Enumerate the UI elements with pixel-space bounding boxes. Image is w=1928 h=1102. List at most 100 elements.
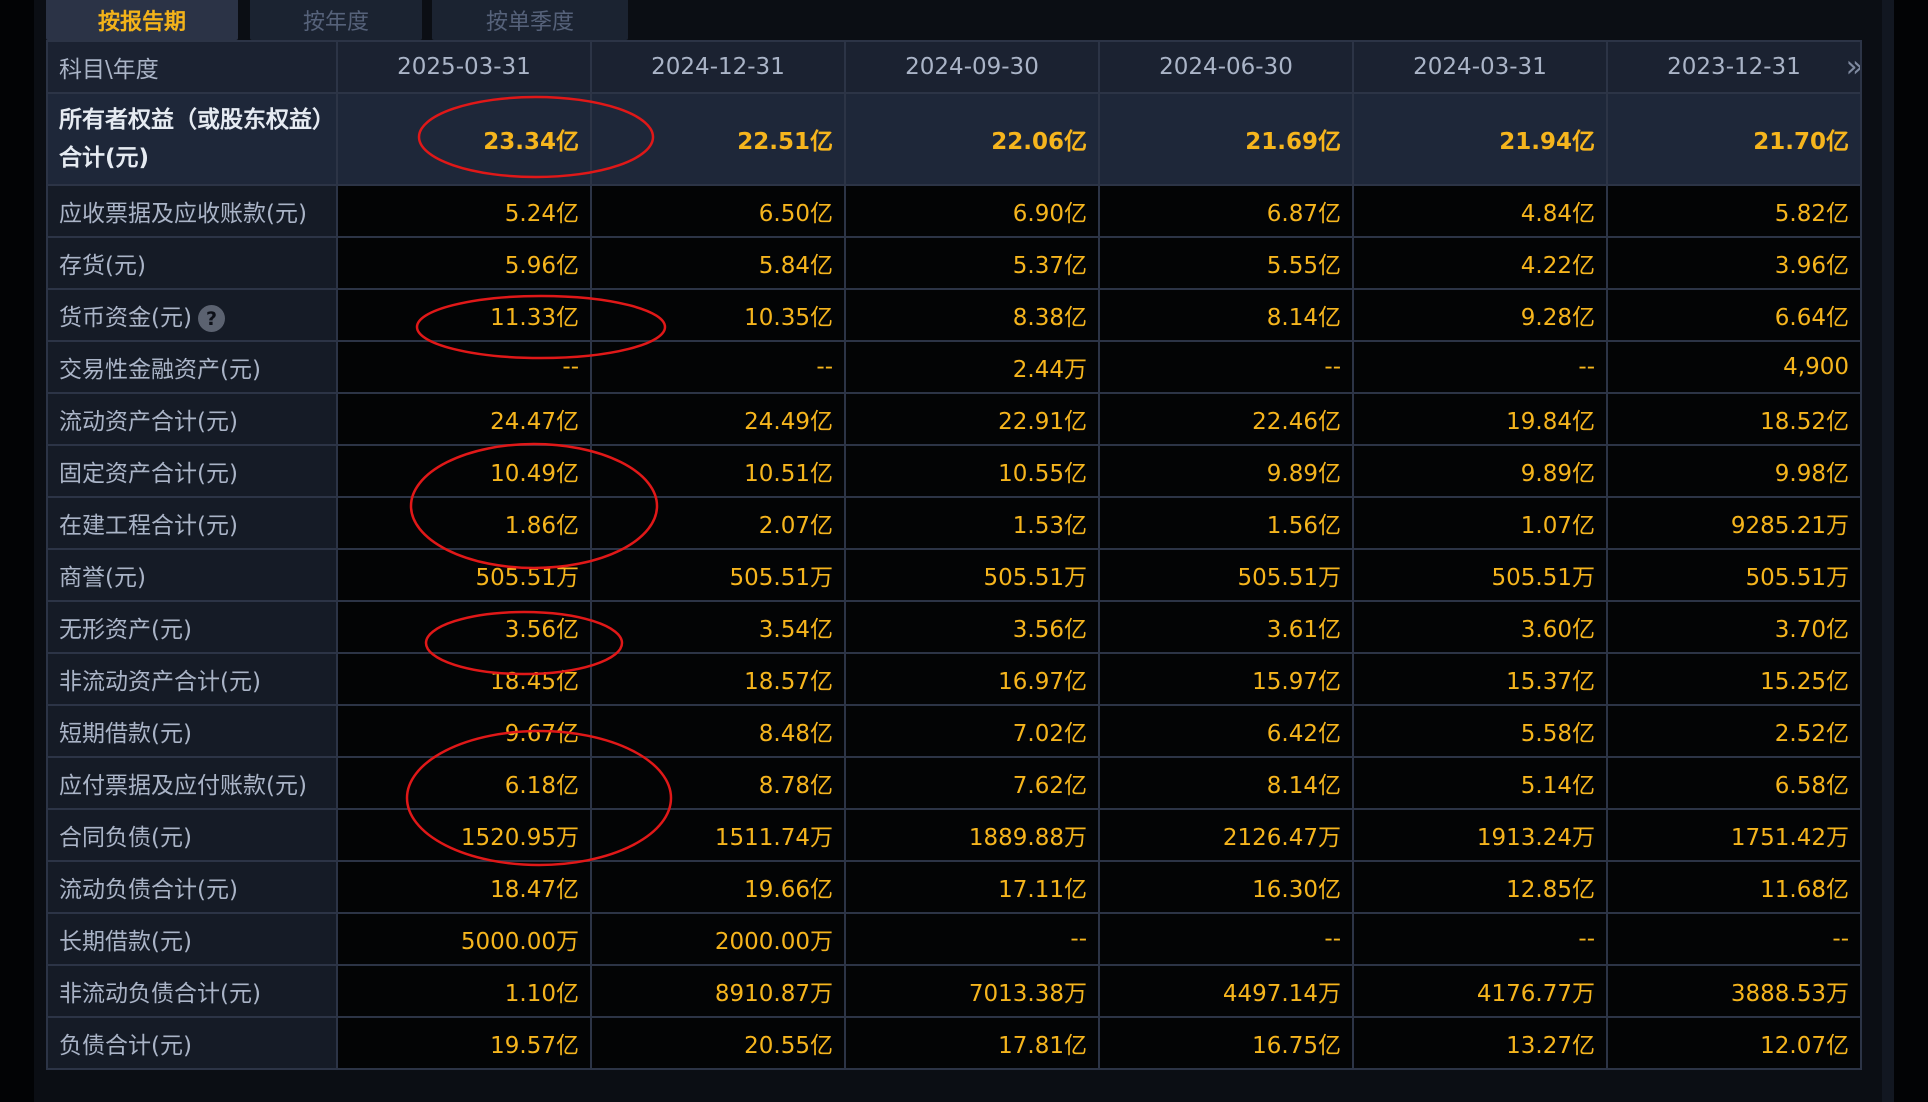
table-cell: 1511.74万 <box>590 808 846 862</box>
header-row: 科目\年度 2025-03-31 2024-12-31 2024-09-30 2… <box>46 40 1862 94</box>
row-label-text: 存货(元) <box>59 253 146 279</box>
row-label: 短期借款(元) <box>46 704 338 758</box>
table-row: 所有者权益（或股东权益）合计(元) 23.34亿 22.51亿 22.06亿 21.69… <box>46 92 1862 186</box>
table-cell: 3.56亿 <box>336 600 592 654</box>
more-columns-icon[interactable]: » <box>1846 50 1859 85</box>
table-row: 商誉(元) 505.51万 505.51万 505.51万 505.51万 505.51万… <box>46 548 1862 602</box>
column-header-last[interactable]: 2023-12-31 » <box>1606 40 1862 94</box>
row-label: 在建工程合计(元) <box>46 496 338 550</box>
column-header[interactable]: 2024-06-30 <box>1098 40 1354 94</box>
table-cell: 3.60亿 <box>1352 600 1608 654</box>
table-cell: 8.38亿 <box>844 288 1100 342</box>
table-cell: 10.49亿 <box>336 444 592 498</box>
row-label-text: 流动负债合计(元) <box>59 877 238 903</box>
table-row: 非流动负债合计(元) 1.10亿 8910.87万 7013.38万 4497.14万 4… <box>46 964 1862 1018</box>
row-label-text: 流动资产合计(元) <box>59 409 238 435</box>
table-cell: 16.97亿 <box>844 652 1100 706</box>
table-cell: 12.85亿 <box>1352 860 1608 914</box>
help-icon[interactable]: ? <box>197 305 225 332</box>
row-label: 货币资金(元)? <box>46 288 338 342</box>
table-cell: 6.18亿 <box>336 756 592 810</box>
tab-by-year[interactable]: 按年度 <box>250 0 422 40</box>
table-cell: 22.51亿 <box>590 92 846 186</box>
row-label-text: 长期借款(元) <box>59 929 192 955</box>
table-cell: 6.50亿 <box>590 184 846 238</box>
table-cell: 24.49亿 <box>590 392 846 446</box>
table-cell: 9285.21万 <box>1606 496 1862 550</box>
table-cell: 6.42亿 <box>1098 704 1354 758</box>
corner-label: 科目\年度 <box>46 40 338 94</box>
table-row: 合同负债(元) 1520.95万 1511.74万 1889.88万 2126.47万 1… <box>46 808 1862 862</box>
row-label-text: 非流动资产合计(元) <box>59 669 261 695</box>
table-cell: 10.51亿 <box>590 444 846 498</box>
table-cell: 13.27亿 <box>1352 1016 1608 1070</box>
table-cell: 16.30亿 <box>1098 860 1354 914</box>
table-cell: 22.06亿 <box>844 92 1100 186</box>
table-cell: 1751.42万 <box>1606 808 1862 862</box>
row-label-text: 应付票据及应付账款(元) <box>59 773 307 799</box>
table-row: 流动资产合计(元) 24.47亿 24.49亿 22.91亿 22.46亿 19.84亿 1… <box>46 392 1862 446</box>
table-cell: 1.10亿 <box>336 964 592 1018</box>
column-header[interactable]: 2024-09-30 <box>844 40 1100 94</box>
table-cell: 3888.53万 <box>1606 964 1862 1018</box>
row-label-text: 非流动负债合计(元) <box>59 981 261 1007</box>
column-header[interactable]: 2025-03-31 <box>336 40 592 94</box>
table-cell: 3.96亿 <box>1606 236 1862 290</box>
table-cell: 19.66亿 <box>590 860 846 914</box>
table-cell: 7.02亿 <box>844 704 1100 758</box>
table-cell: 4.84亿 <box>1352 184 1608 238</box>
table-cell: 18.57亿 <box>590 652 846 706</box>
table-cell: 12.07亿 <box>1606 1016 1862 1070</box>
table-cell: 11.33亿 <box>336 288 592 342</box>
table-row: 负债合计(元) 19.57亿 20.55亿 17.81亿 16.75亿 13.27亿 12.… <box>46 1016 1862 1070</box>
column-header[interactable]: 2024-03-31 <box>1352 40 1608 94</box>
table-cell: 18.52亿 <box>1606 392 1862 446</box>
table-cell: 8.14亿 <box>1098 756 1354 810</box>
table-cell: -- <box>1606 912 1862 966</box>
scrollbar[interactable] <box>1882 0 1894 1102</box>
table-cell: 17.11亿 <box>844 860 1100 914</box>
column-header-label: 2023-12-31 <box>1667 54 1801 80</box>
row-label: 长期借款(元) <box>46 912 338 966</box>
table-cell: 505.51万 <box>1352 548 1608 602</box>
table-cell: -- <box>1098 340 1354 394</box>
row-label: 商誉(元) <box>46 548 338 602</box>
financial-table: 科目\年度 2025-03-31 2024-12-31 2024-09-30 2… <box>46 40 1862 1070</box>
table-cell: 5.58亿 <box>1352 704 1608 758</box>
table-cell: 17.81亿 <box>844 1016 1100 1070</box>
table-cell: 18.45亿 <box>336 652 592 706</box>
row-label-text: 在建工程合计(元) <box>59 513 238 539</box>
row-label-text: 应收票据及应收账款(元) <box>59 201 307 227</box>
table-cell: 505.51万 <box>1098 548 1354 602</box>
table-cell: 5000.00万 <box>336 912 592 966</box>
row-label-text: 所有者权益（或股东权益）合计(元) <box>59 107 324 171</box>
table-cell: 6.87亿 <box>1098 184 1354 238</box>
tab-by-report-period[interactable]: 按报告期 <box>46 0 238 40</box>
row-label: 流动负债合计(元) <box>46 860 338 914</box>
table-cell: 22.91亿 <box>844 392 1100 446</box>
table-cell: 1.07亿 <box>1352 496 1608 550</box>
table-cell: 4,900 <box>1606 340 1862 394</box>
table-cell: 505.51万 <box>844 548 1100 602</box>
table-cell: 10.55亿 <box>844 444 1100 498</box>
table-cell: 18.47亿 <box>336 860 592 914</box>
tab-by-quarter[interactable]: 按单季度 <box>432 0 628 40</box>
table-row: 应收票据及应收账款(元) 5.24亿 6.50亿 6.90亿 6.87亿 4.84亿 5.8… <box>46 184 1862 238</box>
table-row: 非流动资产合计(元) 18.45亿 18.57亿 16.97亿 15.97亿 15.37亿… <box>46 652 1862 706</box>
table-cell: 505.51万 <box>590 548 846 602</box>
table-cell: 1520.95万 <box>336 808 592 862</box>
row-label: 交易性金融资产(元) <box>46 340 338 394</box>
table-cell: 8.78亿 <box>590 756 846 810</box>
table-cell: -- <box>844 912 1100 966</box>
table-cell: 4497.14万 <box>1098 964 1354 1018</box>
column-header[interactable]: 2024-12-31 <box>590 40 846 94</box>
table-cell: 5.84亿 <box>590 236 846 290</box>
row-label: 非流动负债合计(元) <box>46 964 338 1018</box>
row-label: 合同负债(元) <box>46 808 338 862</box>
table-cell: 15.97亿 <box>1098 652 1354 706</box>
table-cell: 1913.24万 <box>1352 808 1608 862</box>
row-label-text: 负债合计(元) <box>59 1033 192 1059</box>
table-cell: 9.89亿 <box>1352 444 1608 498</box>
table-cell: 1.53亿 <box>844 496 1100 550</box>
table-cell: 21.94亿 <box>1352 92 1608 186</box>
